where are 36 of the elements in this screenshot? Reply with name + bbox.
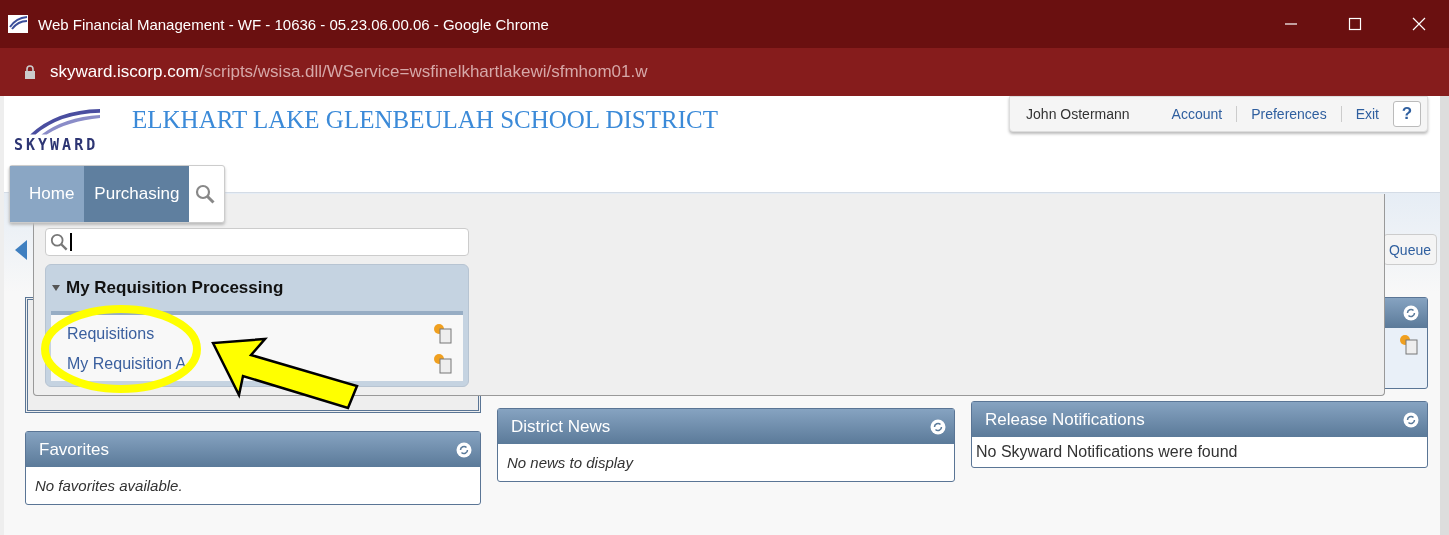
panel-title: District News bbox=[511, 416, 611, 437]
window-title: Web Financial Management - WF - 10636 - 05.23.06.00.06 - Google Chrome bbox=[38, 15, 549, 33]
caret-icon[interactable] bbox=[51, 283, 61, 293]
text-cursor bbox=[70, 233, 72, 251]
help-button[interactable]: ? bbox=[1393, 101, 1421, 127]
menu-link[interactable]: Requisitions bbox=[67, 325, 155, 343]
refresh-icon[interactable] bbox=[930, 418, 946, 435]
maximize-icon[interactable] bbox=[1348, 17, 1362, 31]
close-icon[interactable] bbox=[1412, 17, 1426, 31]
app-logo-icon bbox=[8, 15, 28, 33]
document-icon[interactable] bbox=[1399, 334, 1419, 356]
logo-text: SKYWARD bbox=[14, 136, 100, 154]
panel-title: Favorites bbox=[39, 439, 109, 460]
panel-message: No favorites available. bbox=[34, 476, 184, 496]
lock-icon bbox=[24, 65, 36, 79]
user-link[interactable]: Preferences bbox=[1236, 106, 1341, 122]
nav-tab[interactable]: Purchasing bbox=[84, 166, 190, 222]
panel-title: Release Notifications bbox=[985, 409, 1145, 430]
back-arrow-icon[interactable] bbox=[15, 240, 27, 260]
document-icon[interactable] bbox=[433, 323, 453, 345]
url-text: skyward.iscorp.com/scripts/wsisa.dll/WService=wsfinelkhartlakewi/sfmhom01.w bbox=[50, 62, 648, 82]
document-icon[interactable] bbox=[433, 353, 453, 375]
panel-message: No Skyward Notifications were found bbox=[975, 442, 1239, 462]
panel-message: No news to display bbox=[506, 453, 635, 473]
refresh-icon[interactable] bbox=[1403, 411, 1419, 428]
menu-search-field[interactable] bbox=[45, 228, 469, 256]
address-bar[interactable]: skyward.iscorp.com/scripts/wsisa.dll/WService=wsfinelkhartlakewi/sfmhom01.w bbox=[0, 48, 1449, 96]
search-icon bbox=[50, 233, 68, 251]
menu-group-title: My Requisition Processing bbox=[66, 278, 284, 298]
district-name: ELKHART LAKE GLENBEULAH SCHOOL DISTRICT bbox=[132, 106, 718, 134]
user-link[interactable]: Account bbox=[1157, 106, 1237, 122]
refresh-icon[interactable] bbox=[1403, 305, 1419, 321]
search-icon[interactable] bbox=[195, 184, 216, 204]
refresh-icon[interactable] bbox=[456, 441, 472, 458]
user-name: John Ostermann bbox=[1026, 106, 1130, 122]
queue-button[interactable]: Queue bbox=[1382, 234, 1437, 265]
